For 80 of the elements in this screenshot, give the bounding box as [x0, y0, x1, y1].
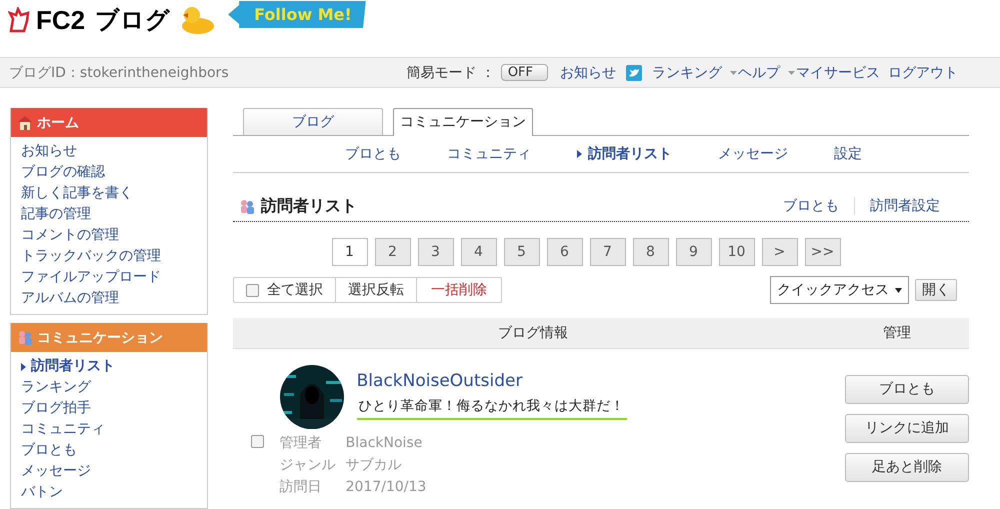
sidebar-link[interactable]: アルバムの管理	[21, 288, 197, 309]
column-header: ブログ情報	[497, 324, 569, 342]
tab[interactable]: ブログ	[243, 108, 383, 135]
sidebar-link[interactable]: コミュニティ	[21, 419, 197, 440]
sidebar-link[interactable]: バトン	[21, 482, 197, 503]
page-button[interactable]: 10	[718, 238, 754, 266]
detail-value: 2017/10/13	[346, 478, 428, 497]
sidebar-link[interactable]: 新しく記事を書く	[21, 183, 197, 204]
action-button[interactable]: ブロとも	[845, 375, 969, 404]
logo-text: FC2	[36, 4, 86, 36]
nav-link[interactable]: お知らせ	[560, 64, 616, 82]
detail-label: 訪問日	[280, 478, 323, 497]
page-button[interactable]: 1	[332, 238, 368, 266]
page-button[interactable]: >	[762, 238, 798, 266]
sidebar-link[interactable]: ブログ拍手	[21, 398, 197, 419]
page-button[interactable]: 7	[590, 238, 626, 266]
quick-access-select[interactable]: クイックアクセス	[770, 276, 909, 304]
delete-button[interactable]: 一括削除	[416, 278, 501, 302]
blog-id: ブログID：stokerintheneighbors	[9, 64, 229, 82]
nav-link[interactable]: マイサービス	[796, 64, 880, 82]
action-button[interactable]: リンクに追加	[845, 414, 969, 443]
tab[interactable]: コミュニケーション	[393, 108, 533, 136]
nav-link[interactable]: ヘルプ	[738, 64, 780, 82]
open-button[interactable]: 開く	[915, 279, 957, 301]
page-button[interactable]: >>	[804, 238, 840, 266]
sidebar-link[interactable]: ブログの確認	[21, 162, 197, 183]
sidebar-link[interactable]: ランキング	[21, 377, 197, 398]
detail-label: 管理者	[280, 434, 323, 453]
detail-label: ジャンル	[280, 456, 337, 475]
nav-link[interactable]: ランキング	[652, 64, 722, 82]
section-link[interactable]: 訪問者設定	[854, 197, 955, 215]
sidebar-link[interactable]: トラックバックの管理	[21, 246, 197, 267]
sidebar-link[interactable]: ブロとも	[21, 440, 197, 461]
action-button[interactable]: 足あと削除	[845, 453, 969, 482]
house-icon	[17, 115, 33, 130]
page-button[interactable]: 5	[504, 238, 540, 266]
invert-button[interactable]: 選択反転	[335, 278, 416, 302]
subnav-link[interactable]: コミュニティ	[447, 145, 531, 163]
caret-icon	[788, 70, 795, 74]
blog-name-link[interactable]: BlackNoiseOutsider	[356, 370, 627, 390]
page-button[interactable]: 6	[546, 238, 582, 266]
subnav-link[interactable]: 訪問者リスト	[577, 145, 672, 163]
easy-mode-label: 簡易モード ：	[406, 64, 495, 82]
subnav-link[interactable]: ブロとも	[345, 145, 401, 163]
subnav-link[interactable]: メッセージ	[718, 145, 788, 163]
triangle-icon	[21, 362, 26, 370]
sidebar-title: ホーム	[37, 114, 79, 132]
sidebar-link[interactable]: コメントの管理	[21, 225, 197, 246]
page-button[interactable]: 3	[418, 238, 454, 266]
tagline: ひとり革命軍！侮るなかれ我々は大群だ！	[356, 396, 627, 420]
page-button[interactable]: 4	[460, 238, 496, 266]
detail-value: サブカル	[346, 456, 403, 475]
logo-text: ブログ	[95, 5, 170, 36]
sidebar-title: コミュニケーション	[37, 328, 163, 346]
section-title: 訪問者リスト	[261, 196, 357, 216]
subnav-link[interactable]: 設定	[834, 145, 862, 163]
sidebar-link[interactable]: お知らせ	[21, 141, 197, 162]
sidebar-link[interactable]: 記事の管理	[21, 204, 197, 225]
select-all-button[interactable]: 全て選択	[234, 278, 335, 302]
sidebar-link[interactable]: 訪問者リスト	[21, 356, 197, 377]
checkbox[interactable]	[246, 284, 259, 296]
section-link[interactable]: ブロとも	[768, 197, 854, 215]
page-button[interactable]: 8	[632, 238, 668, 266]
toggle-switch[interactable]: OFF	[500, 64, 548, 81]
detail-value: BlackNoise	[346, 434, 424, 453]
triangle-icon	[577, 150, 582, 158]
nav-link[interactable]: ログアウト	[888, 64, 958, 82]
page-button[interactable]: 2	[374, 238, 410, 266]
sidebar-link[interactable]: メッセージ	[21, 461, 197, 482]
checkbox-label: 全て選択	[267, 281, 323, 299]
page-button[interactable]: 9	[676, 238, 712, 266]
people-icon	[17, 330, 33, 345]
sidebar-link[interactable]: ファイルアップロード	[21, 267, 197, 288]
duck-icon	[180, 5, 216, 35]
caret-icon	[730, 70, 737, 74]
caret-icon	[895, 288, 902, 292]
checkbox[interactable]	[251, 435, 264, 448]
column-header: 管理	[882, 324, 912, 342]
people-icon	[239, 198, 255, 214]
bird-icon	[626, 64, 642, 80]
